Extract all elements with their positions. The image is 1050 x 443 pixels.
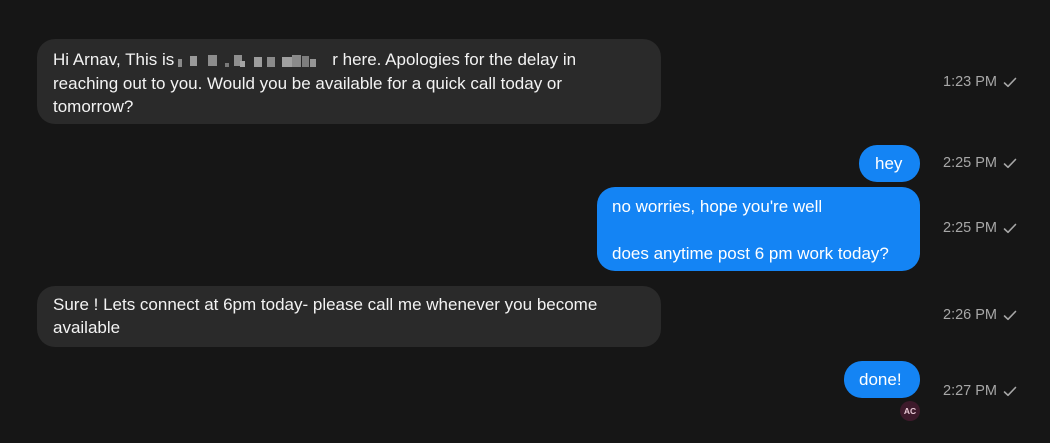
read-receipt-avatar: AC [900,401,920,421]
message-bubble-outgoing[interactable]: no worries, hope you're well does anytim… [597,187,920,271]
message-timestamp: 2:25 PM [943,155,1017,171]
message-text: no worries, hope you're well does anytim… [612,197,889,263]
message-text: hey [875,154,903,173]
message-text: Hi Arnav, This is [53,50,175,69]
avatar-initials: AC [903,406,917,416]
message-bubble-incoming[interactable]: Hi Arnav, This is r here. Apologies for t… [37,39,661,124]
message-text: Sure ! Lets connect at 6pm today- please… [53,295,603,337]
message-text: done! [859,370,902,389]
message-bubble-outgoing[interactable]: done! [844,361,920,398]
message-bubble-outgoing[interactable]: hey [859,145,920,182]
message-bubble-incoming[interactable]: Sure ! Lets connect at 6pm today- please… [37,286,661,347]
message-timestamp: 1:23 PM [943,74,1017,90]
checkmark-icon [1003,223,1017,233]
message-timestamp: 2:26 PM [943,307,1017,323]
message-thread: Hi Arnav, This is r here. Apologies for t… [0,0,1050,443]
message-timestamp: 2:27 PM [943,383,1017,399]
checkmark-icon [1003,310,1017,320]
checkmark-icon [1003,386,1017,396]
message-timestamp: 2:25 PM [943,220,1017,236]
redacted-name [178,55,317,68]
checkmark-icon [1003,158,1017,168]
checkmark-icon [1003,77,1017,87]
